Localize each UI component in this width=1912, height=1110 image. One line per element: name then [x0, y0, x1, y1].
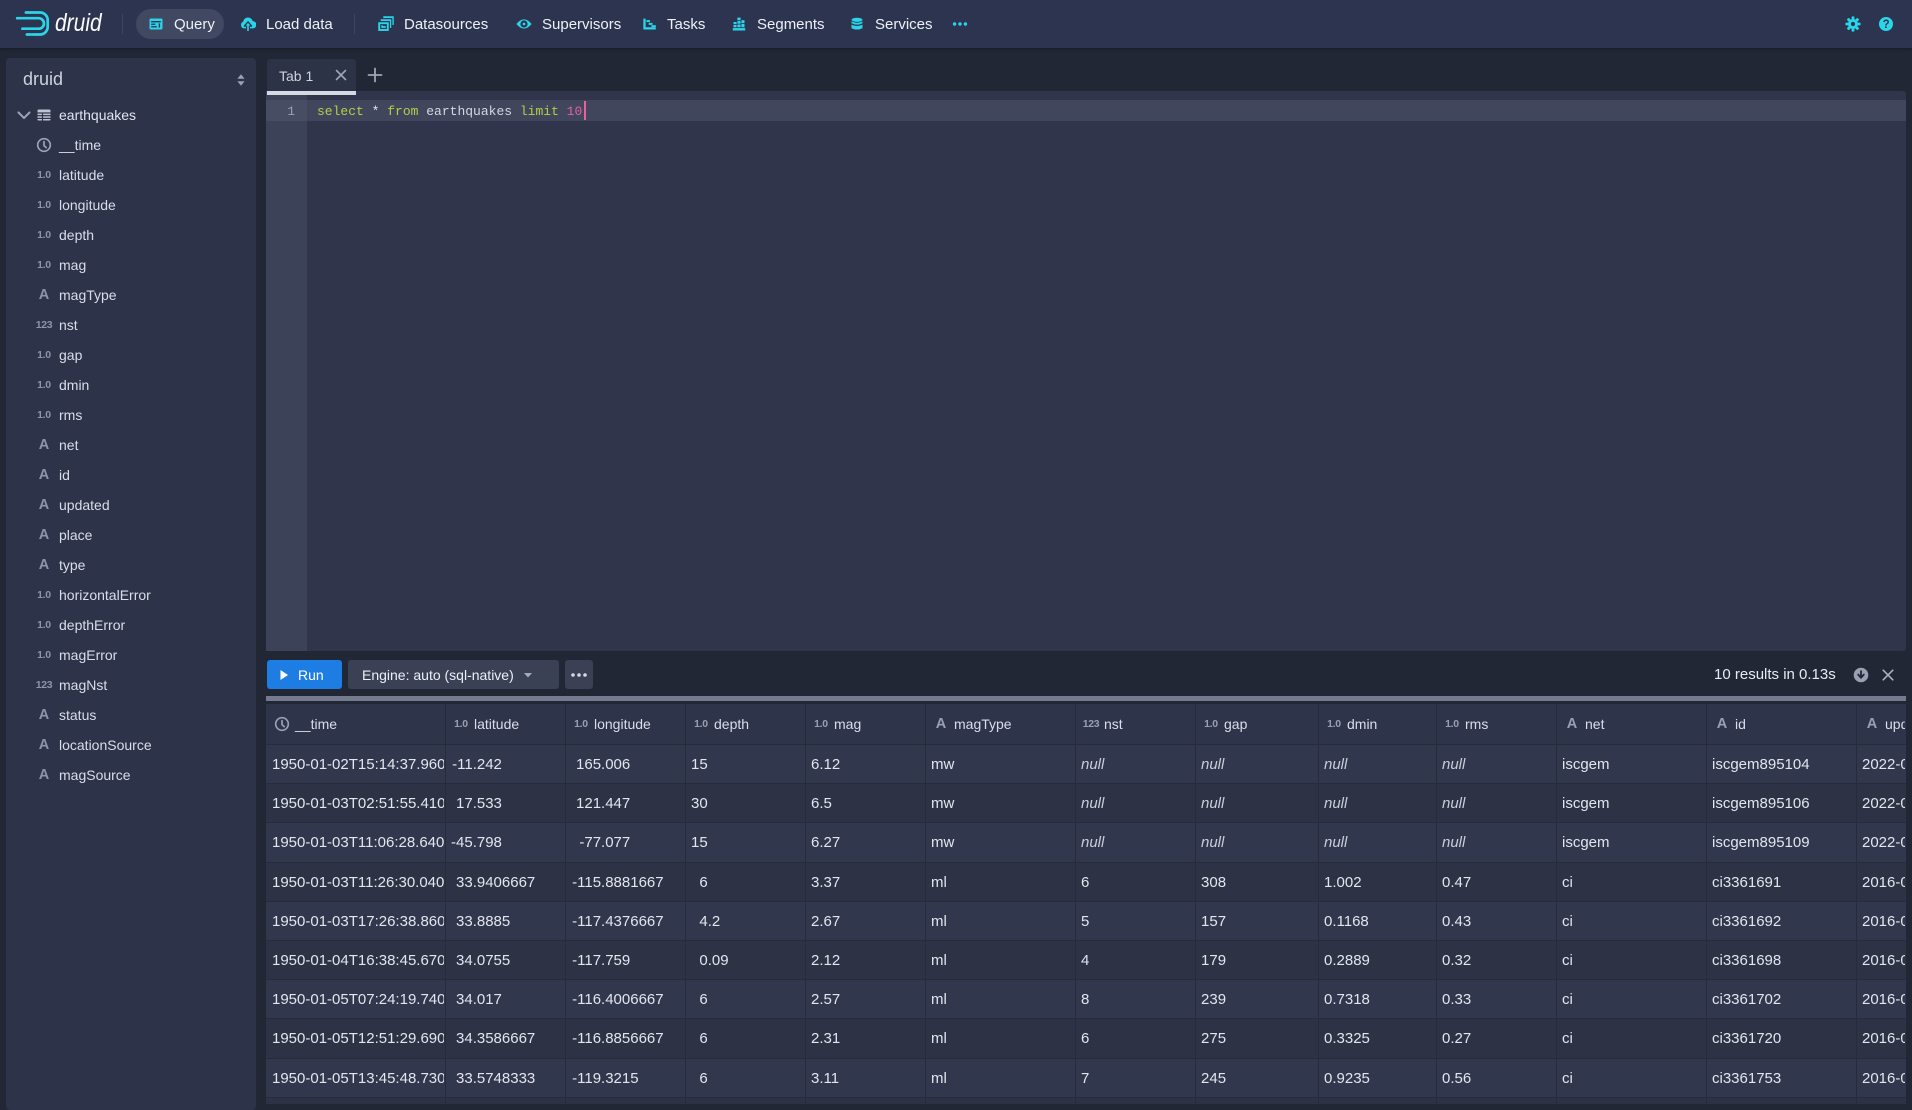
svg-text:?: ?: [1883, 19, 1890, 31]
